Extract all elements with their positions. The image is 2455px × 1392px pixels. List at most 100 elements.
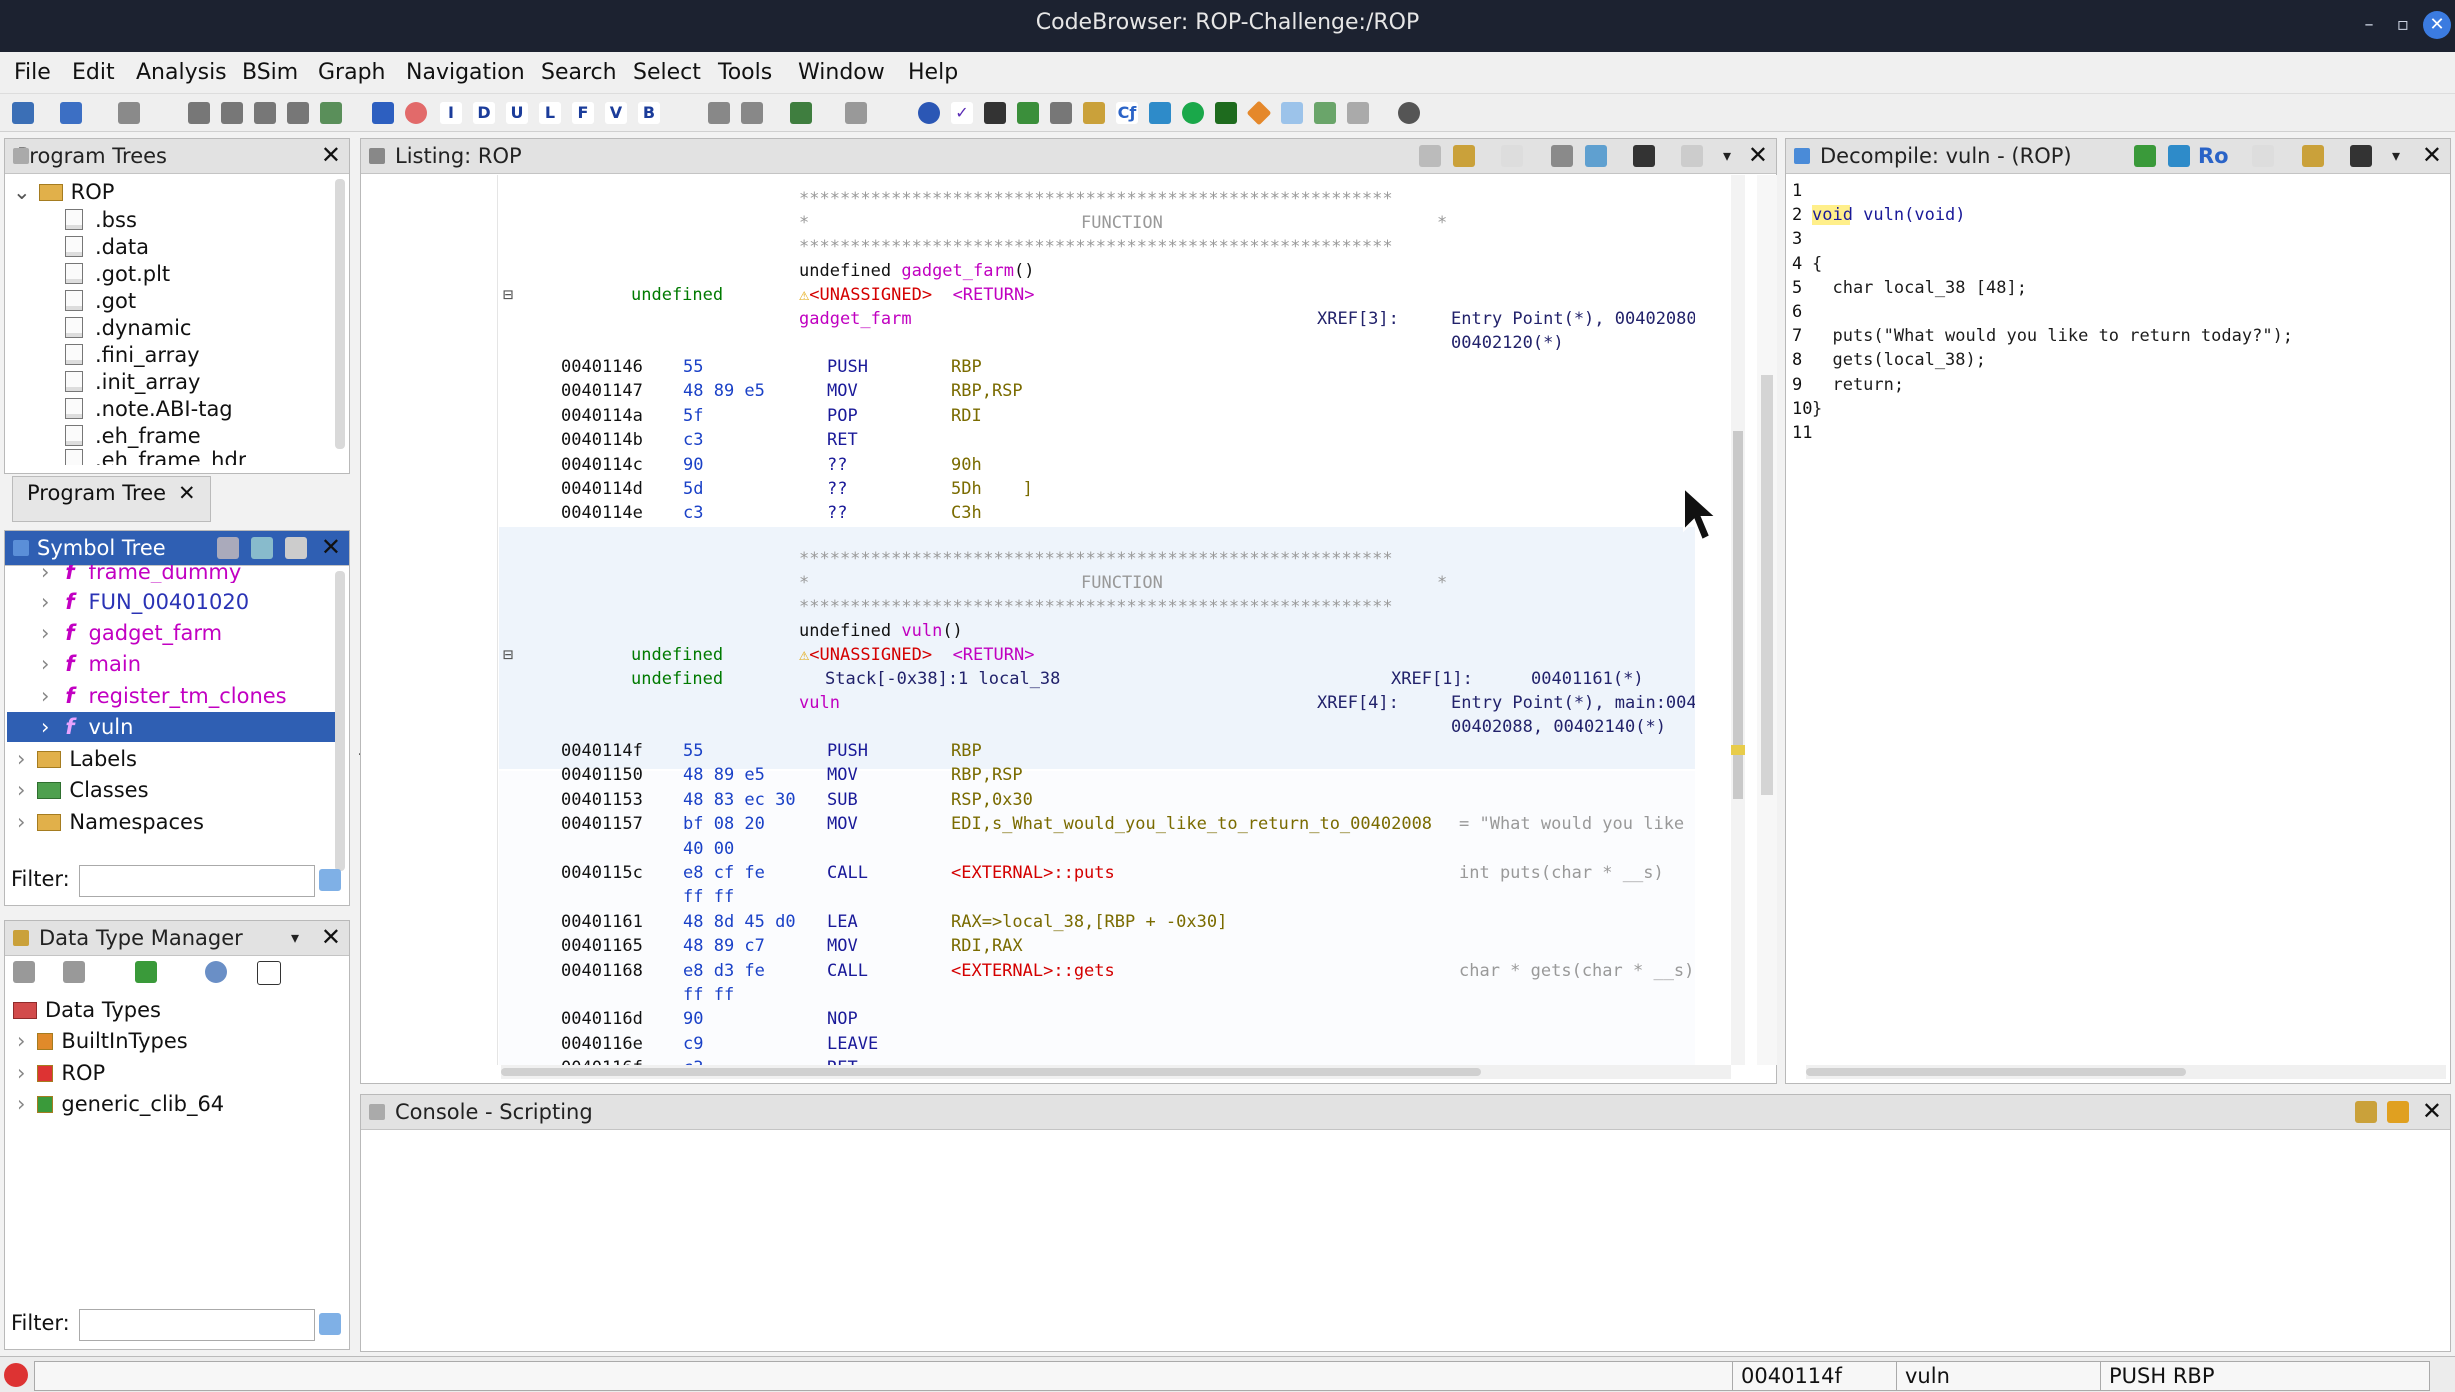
- code-text[interactable]: void vuln(void): [1812, 205, 1966, 226]
- data-type-archive[interactable]: › BuiltInTypes: [17, 1026, 188, 1056]
- diamond-icon[interactable]: [1246, 100, 1272, 126]
- instruction-mnemonic[interactable]: CALL: [827, 959, 868, 983]
- code-text[interactable]: gets(local_38);: [1812, 350, 1986, 370]
- instruction-mnemonic[interactable]: RET: [827, 428, 858, 452]
- local-variable[interactable]: Stack[-0x38]:1 local_38: [825, 667, 1060, 691]
- decompile-line[interactable]: 5 char local_38 [48];: [1786, 278, 2027, 298]
- refresh-icon[interactable]: [1017, 102, 1039, 124]
- code-text[interactable]: puts("What would you like to return toda…: [1812, 326, 2293, 346]
- nav-data-icon[interactable]: [254, 102, 276, 124]
- data-type-archive[interactable]: › ROP: [17, 1058, 105, 1088]
- ghidra-icon[interactable]: [4, 1363, 28, 1387]
- symbol-function-item[interactable]: › f FUN_00401020: [41, 587, 249, 617]
- graph-icon[interactable]: [1149, 102, 1171, 124]
- nav-func-icon[interactable]: [320, 102, 342, 124]
- window-icon[interactable]: [1281, 102, 1303, 124]
- filter-options-icon[interactable]: [319, 869, 341, 891]
- close-icon[interactable]: ✕: [2422, 1095, 2442, 1127]
- u-icon[interactable]: U: [506, 102, 528, 124]
- instruction-address[interactable]: 0040115c: [561, 861, 643, 885]
- instruction-mnemonic[interactable]: MOV: [827, 934, 858, 958]
- instruction-address[interactable]: 0040114e: [561, 501, 643, 525]
- instruction-address[interactable]: 00401147: [561, 379, 643, 403]
- instruction-operands[interactable]: RBP: [951, 739, 982, 763]
- redo-icon[interactable]: [845, 102, 867, 124]
- instruction-address[interactable]: 0040114b: [561, 428, 643, 452]
- instruction-mnemonic[interactable]: MOV: [827, 812, 858, 836]
- instruction-mnemonic[interactable]: MOV: [827, 763, 858, 787]
- network-icon[interactable]: [1347, 102, 1369, 124]
- check-icon[interactable]: ✓: [951, 102, 973, 124]
- instruction-operands[interactable]: 90h: [951, 453, 982, 477]
- instruction-address[interactable]: 0040114c: [561, 453, 643, 477]
- b-icon[interactable]: B: [638, 102, 660, 124]
- menu-help[interactable]: Help: [908, 60, 958, 85]
- instruction-operands[interactable]: RDI,RAX: [951, 934, 1023, 958]
- l-icon[interactable]: L: [539, 102, 561, 124]
- tree-item[interactable]: .fini_array: [65, 340, 200, 370]
- instruction-operands[interactable]: <EXTERNAL>::gets: [951, 959, 1115, 983]
- paste-icon[interactable]: [1453, 145, 1475, 167]
- instruction-mnemonic[interactable]: CALL: [827, 861, 868, 885]
- code-text[interactable]: return;: [1812, 375, 1904, 395]
- close-icon[interactable]: ✕: [321, 921, 341, 953]
- instruction-address[interactable]: 0040114d: [561, 477, 643, 501]
- instruction-operands[interactable]: <EXTERNAL>::puts: [951, 861, 1115, 885]
- symbol-function-item[interactable]: › f gadget_farm: [41, 618, 222, 648]
- run-icon[interactable]: [1182, 102, 1204, 124]
- nav-prev-icon[interactable]: [188, 102, 210, 124]
- instruction-mnemonic[interactable]: LEAVE: [827, 1032, 878, 1056]
- symbol-group-classes[interactable]: › Classes: [17, 775, 149, 805]
- read-only-label[interactable]: Ro: [2198, 139, 2229, 173]
- decompile-line[interactable]: 3: [1786, 229, 1812, 249]
- instruction-operands[interactable]: RSP,0x30: [951, 788, 1033, 812]
- dtm-filter-input[interactable]: [79, 1309, 315, 1341]
- instruction-address[interactable]: 00401157: [561, 812, 643, 836]
- symbol-function-item[interactable]: › f main: [41, 649, 141, 679]
- instruction-address[interactable]: 00401153: [561, 788, 643, 812]
- menu-search[interactable]: Search: [541, 60, 617, 85]
- instruction-mnemonic[interactable]: RET: [827, 1056, 858, 1065]
- tree-root[interactable]: ⌄ ROP: [13, 177, 114, 207]
- export-icon[interactable]: [251, 537, 273, 559]
- save-icon[interactable]: [12, 102, 34, 124]
- decompile-hscrollbar[interactable]: [1806, 1068, 2186, 1076]
- collapse-icon[interactable]: ⊟: [503, 643, 513, 667]
- help-icon[interactable]: [1398, 102, 1420, 124]
- decompile-line[interactable]: 1: [1786, 181, 1812, 201]
- decompile-line[interactable]: 2 void vuln(void): [1786, 205, 1966, 226]
- menu-select[interactable]: Select: [633, 60, 701, 85]
- tree-item[interactable]: .dynamic: [65, 313, 191, 343]
- diff-icon[interactable]: [1585, 145, 1607, 167]
- stop-icon[interactable]: [405, 102, 427, 124]
- instruction-mnemonic[interactable]: ??: [827, 477, 847, 501]
- tree-item[interactable]: .data: [65, 232, 149, 262]
- menu-bsim[interactable]: BSim: [242, 60, 298, 85]
- symbol-filter-input[interactable]: [79, 865, 315, 897]
- symbol-function-item-selected[interactable]: › f vuln: [7, 712, 335, 742]
- symbol-function-item[interactable]: › f frame_dummy: [41, 565, 241, 583]
- memory-icon[interactable]: [984, 102, 1006, 124]
- forward-icon[interactable]: [63, 961, 85, 983]
- graph-icon[interactable]: [2168, 145, 2190, 167]
- decompile-icon[interactable]: Cƒ: [1116, 102, 1138, 124]
- code-text[interactable]: }: [1812, 399, 1822, 419]
- cursor-icon[interactable]: [1501, 145, 1523, 167]
- field-edit-icon[interactable]: [1551, 145, 1573, 167]
- decompile-code[interactable]: 1 2 void vuln(void) 3 4{5 char local_38 [48]…: [1786, 175, 2436, 1065]
- instruction-mnemonic[interactable]: SUB: [827, 788, 858, 812]
- menu-edit[interactable]: Edit: [72, 60, 115, 85]
- cut-icon[interactable]: [708, 102, 730, 124]
- copy-icon[interactable]: [1419, 145, 1441, 167]
- instruction-operands[interactable]: RBP,RSP: [951, 763, 1023, 787]
- symbol-function-item[interactable]: › f register_tm_clones: [41, 681, 287, 711]
- decompile-line[interactable]: 7 puts("What would you like to return to…: [1786, 326, 2293, 346]
- close-icon[interactable]: ✕: [321, 531, 341, 563]
- instruction-mnemonic[interactable]: ??: [827, 501, 847, 525]
- function-signature[interactable]: undefined vuln(): [799, 619, 963, 643]
- decompile-line[interactable]: 10}: [1786, 399, 1822, 419]
- code-text[interactable]: {: [1812, 254, 1822, 274]
- i-icon[interactable]: I: [440, 102, 462, 124]
- menu-analysis[interactable]: Analysis: [136, 60, 227, 85]
- instruction-operands[interactable]: RBP: [951, 355, 982, 379]
